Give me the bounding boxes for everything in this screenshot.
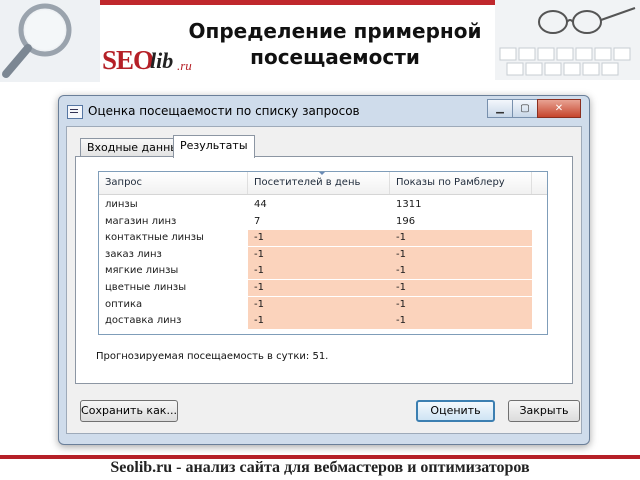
query-cell: доставка линз [105,315,182,327]
impressions-cell: -1 [390,313,532,330]
save-as-button[interactable]: Сохранить как... [80,400,178,422]
column-visitors[interactable]: Посетителей в день [248,172,390,194]
minimize-button[interactable]: ▁ [487,99,513,118]
slide-title: Определение примерной посещаемости [170,18,500,70]
table-row[interactable]: мягкие линзы -1 -1 [99,263,547,280]
slide-title-line2: посещаемости [250,45,420,69]
app-icon [67,105,83,119]
visitors-cell: 7 [254,215,261,227]
tab-results[interactable]: Результаты [173,135,255,158]
query-cell: мягкие линзы [105,265,179,277]
keyboard-glasses-icon [495,0,640,80]
table-row[interactable]: доставка линз -1 -1 [99,313,547,330]
visitors-cell: 44 [254,199,267,210]
impressions-cell: 1311 [396,199,422,210]
impressions-cell: 196 [396,215,416,227]
query-cell: магазин линз [105,215,177,227]
impressions-cell: -1 [390,246,532,263]
impressions-cell: -1 [390,280,532,296]
visitors-cell: -1 [248,280,390,296]
query-cell: заказ линз [105,248,162,260]
results-table[interactable]: Запрос Посетителей в день Показы по Рамб… [98,171,548,335]
table-row[interactable]: контактные линзы -1 -1 [99,230,547,247]
maximize-button[interactable]: ▢ [512,99,538,118]
table-header: Запрос Посетителей в день Показы по Рамб… [99,172,547,195]
traffic-estimate-window: Оценка посещаемости по списку запросов ▁… [58,95,590,445]
query-cell: контактные линзы [105,232,204,244]
evaluate-button[interactable]: Оценить [416,400,495,422]
visitors-cell: -1 [248,230,390,247]
logo-seo-text: SEO [102,45,154,75]
column-impressions[interactable]: Показы по Рамблеру [390,172,532,194]
table-row[interactable]: заказ линз -1 -1 [99,246,547,263]
visitors-cell: -1 [248,313,390,330]
slide-title-line1: Определение примерной [188,19,482,43]
close-window-button[interactable]: ✕ [537,99,581,118]
magnifier-icon [0,0,100,82]
forecast-text: Прогнозируемая посещаемость в сутки: 51. [96,351,329,362]
impressions-cell: -1 [390,263,532,280]
table-row[interactable]: магазин линз 7 196 [99,214,547,230]
visitors-cell: -1 [248,296,390,313]
query-cell: оптика [105,298,143,310]
impressions-cell: -1 [390,296,532,313]
sort-arrow-icon [318,172,326,175]
visitors-cell: -1 [248,246,390,263]
results-tab-panel: Запрос Посетителей в день Показы по Рамб… [75,156,573,384]
query-cell: цветные линзы [105,282,187,293]
visitors-cell: -1 [248,263,390,280]
query-cell: линзы [105,199,138,210]
window-title: Оценка посещаемости по списку запросов [88,104,360,118]
impressions-cell: -1 [390,230,532,247]
table-row[interactable]: цветные линзы -1 -1 [99,280,547,296]
table-row[interactable]: линзы 44 1311 [99,197,547,213]
window-titlebar[interactable]: Оценка посещаемости по списку запросов ▁… [59,96,589,124]
footer-caption: Seolib.ru - анализ сайта для вебмастеров… [110,459,530,476]
table-row[interactable]: оптика -1 -1 [99,296,547,313]
slide-header: SEO lib .ru Определение примерной посеща… [0,0,640,88]
close-button[interactable]: Закрыть [508,400,580,422]
window-controls: ▁ ▢ ✕ [487,99,581,118]
column-query[interactable]: Запрос [99,172,248,194]
window-client-area: Входные данные Результаты Запрос Посетит… [66,126,582,434]
